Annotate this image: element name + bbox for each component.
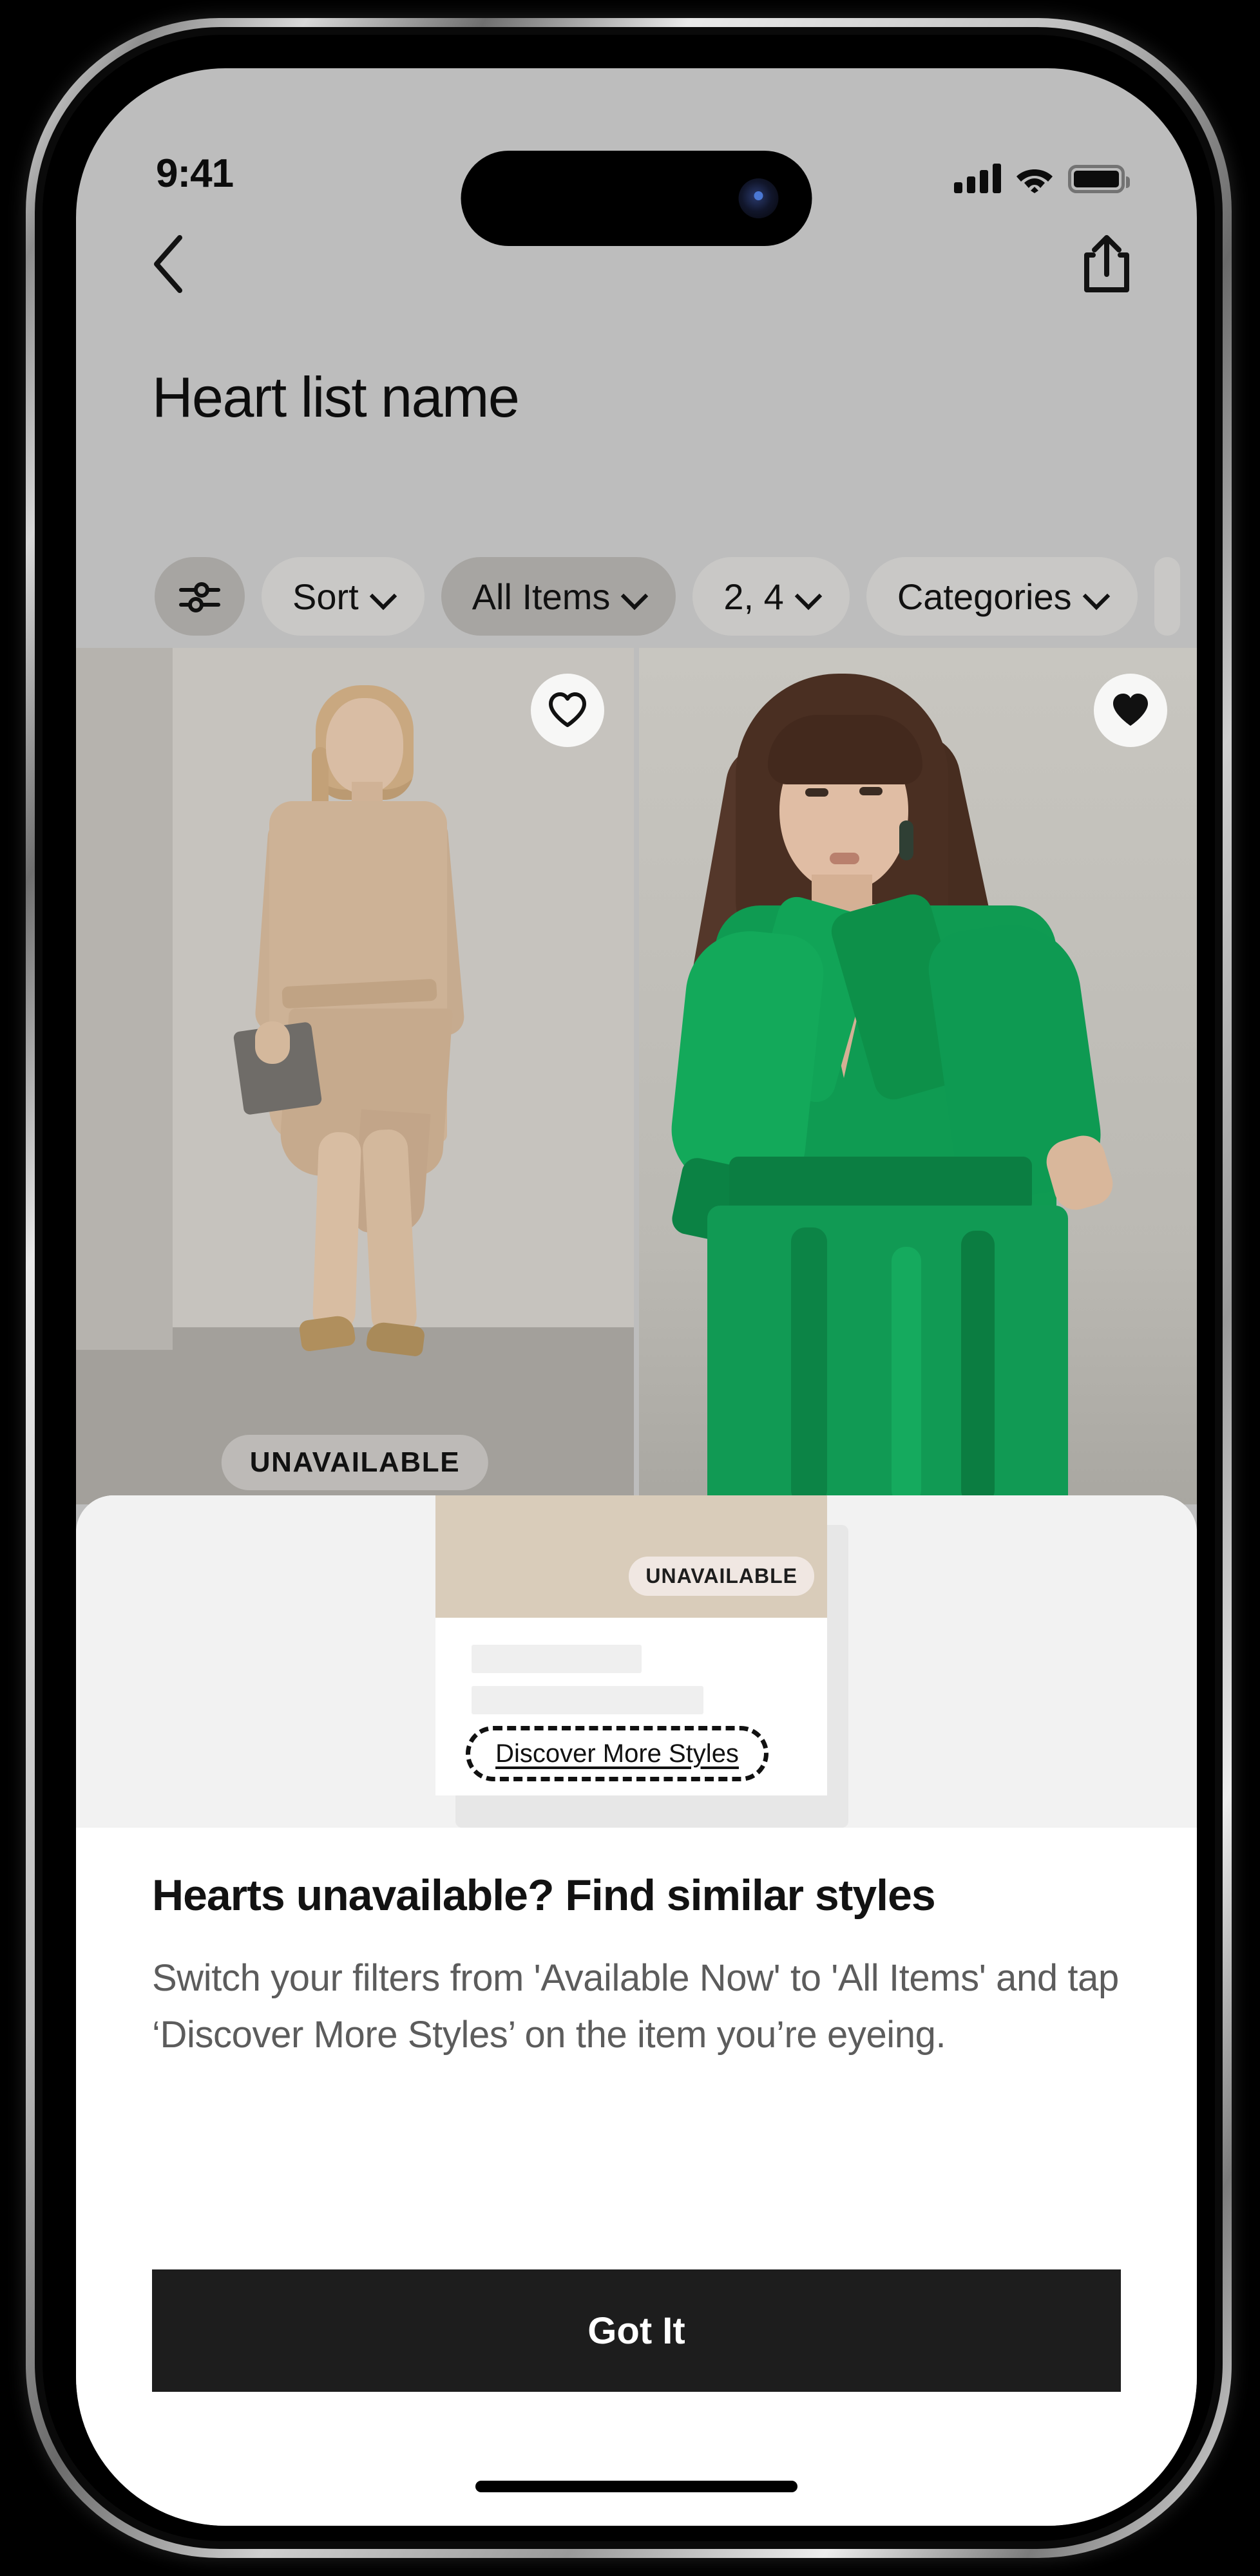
- filter-chip-filters[interactable]: [155, 557, 245, 636]
- sheet-headline: Hearts unavailable? Find similar styles: [152, 1871, 936, 1920]
- placeholder-bar-price: [472, 1686, 703, 1714]
- sheet-illustration: UNAVAILABLE Discover More Styles: [76, 1495, 1197, 1828]
- share-icon: [1084, 235, 1129, 292]
- filter-chip-all-items-label: All Items: [472, 576, 611, 617]
- product-grid: UNAVAILABLE: [76, 648, 1197, 1504]
- screenshot-stage: 9:41 Heart list name Sort All Items 2, 4…: [0, 0, 1260, 2576]
- mini-card-body: [435, 1618, 827, 1714]
- filter-chip-sort-label: Sort: [292, 576, 359, 617]
- discover-more-styles-highlight[interactable]: Discover More Styles: [466, 1726, 768, 1781]
- filter-chip-all-items[interactable]: All Items: [441, 557, 676, 636]
- chevron-down-icon: [1085, 585, 1107, 607]
- sheet-body-text: Switch your filters from 'Available Now'…: [152, 1957, 1119, 2056]
- front-camera-icon: [738, 178, 779, 218]
- placeholder-bar-title: [472, 1645, 642, 1673]
- status-bar-time: 9:41: [156, 151, 234, 196]
- status-bar: 9:41: [76, 68, 1197, 246]
- product-card-beige-dress[interactable]: UNAVAILABLE: [76, 648, 634, 1504]
- discover-more-styles-label: Discover More Styles: [495, 1739, 739, 1768]
- home-indicator[interactable]: [475, 2481, 797, 2492]
- product-image-beige-dress: [76, 648, 634, 1504]
- status-badge-unavailable: UNAVAILABLE: [221, 1435, 489, 1490]
- nav-bar: [76, 218, 1197, 314]
- product-image-green-dress: [639, 648, 1197, 1504]
- filter-chip-categories-label: Categories: [897, 576, 1072, 617]
- phone-frame: 9:41 Heart list name Sort All Items 2, 4…: [26, 18, 1232, 2558]
- product-card-green-dress[interactable]: [639, 648, 1197, 1504]
- mini-status-badge: UNAVAILABLE: [629, 1557, 814, 1596]
- phone-bezel-inner: 9:41 Heart list name Sort All Items 2, 4…: [43, 35, 1215, 2541]
- mini-card-image: UNAVAILABLE: [435, 1495, 827, 1618]
- page-title: Heart list name: [152, 365, 520, 429]
- chevron-down-icon: [623, 585, 645, 607]
- filter-chip-overflow[interactable]: [1154, 557, 1180, 636]
- battery-full-icon: [1068, 165, 1130, 193]
- got-it-button[interactable]: Got It: [152, 2269, 1121, 2392]
- chevron-down-icon: [372, 585, 394, 607]
- phone-screen: 9:41 Heart list name Sort All Items 2, 4…: [76, 68, 1197, 2526]
- chevron-left-icon: [154, 235, 182, 293]
- info-bottom-sheet: UNAVAILABLE Discover More Styles Hearts …: [76, 1495, 1197, 2526]
- wifi-icon: [1017, 169, 1053, 193]
- filter-chip-row[interactable]: Sort All Items 2, 4 Categories: [76, 548, 1197, 645]
- mini-product-card: UNAVAILABLE Discover More Styles: [435, 1495, 827, 1795]
- heart-filled-icon: [1113, 694, 1148, 726]
- back-button[interactable]: [137, 233, 198, 295]
- favorite-button-green-dress[interactable]: [1094, 674, 1167, 747]
- cellular-signal-icon: [954, 164, 1001, 193]
- heart-outline-icon: [549, 692, 586, 727]
- share-button[interactable]: [1073, 231, 1140, 298]
- phone-bezel-mid: 9:41 Heart list name Sort All Items 2, 4…: [35, 27, 1223, 2549]
- filter-chip-sort[interactable]: Sort: [262, 557, 425, 636]
- sheet-copy: Hearts unavailable? Find similar styles …: [76, 1828, 1197, 2063]
- chevron-down-icon: [797, 585, 819, 607]
- favorite-button-beige-dress[interactable]: [531, 674, 604, 747]
- filter-sliders-icon: [179, 582, 220, 612]
- filter-chip-size[interactable]: 2, 4: [692, 557, 850, 636]
- filter-chip-size-label: 2, 4: [723, 576, 784, 617]
- status-bar-indicators: [954, 164, 1130, 193]
- filter-chip-categories[interactable]: Categories: [866, 557, 1138, 636]
